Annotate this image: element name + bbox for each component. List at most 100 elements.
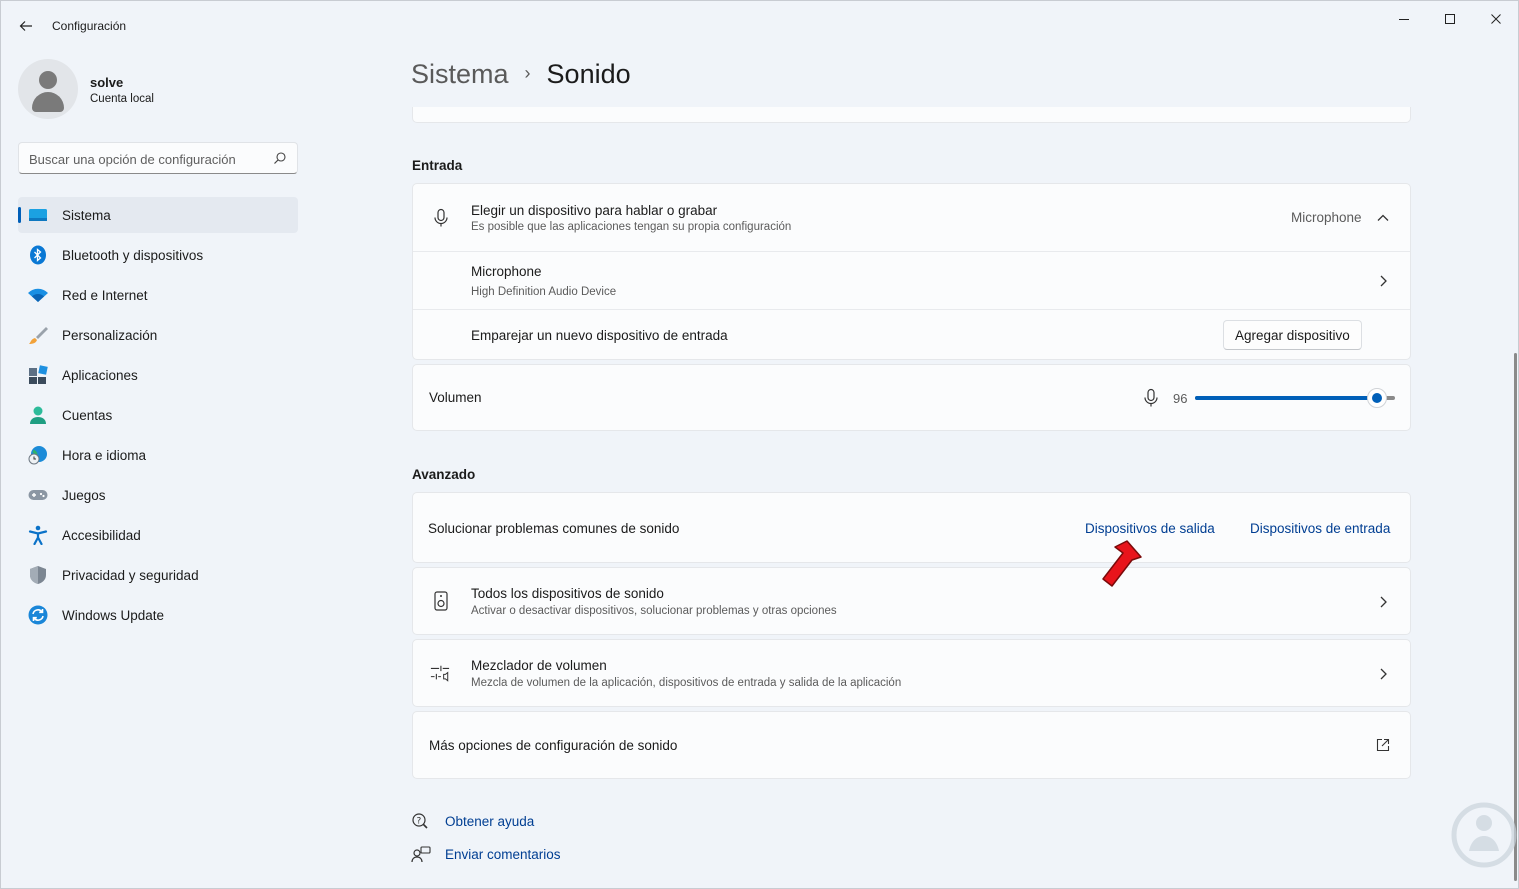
- section-title-avanzado: Avanzado: [412, 467, 476, 482]
- sidebar-item-label: Bluetooth y dispositivos: [62, 248, 204, 263]
- add-device-button[interactable]: Agregar dispositivo: [1223, 320, 1362, 350]
- sidebar-item-label: Personalización: [62, 328, 158, 343]
- profile-account-type: Cuenta local: [90, 93, 154, 105]
- volume-slider[interactable]: [1195, 387, 1395, 409]
- chevron-right-icon: [1380, 668, 1387, 680]
- sidebar-item-label: Windows Update: [62, 608, 165, 623]
- sidebar-item-accesibilidad[interactable]: Accesibilidad: [18, 517, 298, 553]
- monitor-icon: [29, 209, 47, 221]
- sidebar-nav: Sistema Bluetooth y dispositivos Red e I…: [18, 197, 298, 637]
- accessibility-icon: [28, 525, 48, 545]
- sidebar-item-windows-update[interactable]: Windows Update: [18, 597, 298, 633]
- watermark-logo-icon: [1451, 802, 1517, 868]
- all-devices-title: Todos los dispositivos de sonido: [471, 586, 664, 601]
- search-input[interactable]: Buscar una opción de configuración: [18, 142, 298, 174]
- volume-slider-thumb[interactable]: [1367, 388, 1388, 408]
- pair-input-device-row: Emparejar un nuevo dispositivo de entrad…: [413, 310, 1410, 361]
- mixer-title: Mezclador de volumen: [471, 658, 607, 673]
- choose-device-subtitle: Es posible que las aplicaciones tengan s…: [471, 221, 792, 233]
- maximize-icon: [1445, 14, 1455, 24]
- speaker-icon: [434, 591, 448, 611]
- device-title: Microphone: [471, 264, 542, 279]
- shield-icon: [30, 566, 46, 584]
- device-subtitle: High Definition Audio Device: [471, 286, 617, 298]
- globe-clock-icon: [28, 446, 47, 465]
- avatar: [18, 59, 78, 119]
- chevron-up-icon[interactable]: [1376, 211, 1390, 225]
- close-icon: [1491, 14, 1501, 24]
- page-title: Sonido: [546, 59, 631, 89]
- volume-mixer-row[interactable]: Mezclador de volumen Mezcla de volumen d…: [412, 639, 1411, 707]
- selected-input-device: Microphone: [1291, 210, 1362, 225]
- minimize-button[interactable]: [1381, 7, 1427, 31]
- choose-device-title: Elegir un dispositivo para hablar o grab…: [471, 203, 718, 218]
- sidebar-item-juegos[interactable]: Juegos: [18, 477, 298, 513]
- output-devices-link[interactable]: Dispositivos de salida: [1085, 521, 1215, 536]
- all-sound-devices-row[interactable]: Todos los dispositivos de sonido Activar…: [412, 567, 1411, 635]
- selection-indicator: [18, 207, 21, 223]
- more-settings-title: Más opciones de configuración de sonido: [429, 738, 678, 753]
- sidebar-item-bluetooth[interactable]: Bluetooth y dispositivos: [18, 237, 298, 273]
- profile-name: solve: [90, 75, 124, 90]
- feedback-icon: [411, 846, 431, 863]
- sidebar-item-label: Aplicaciones: [62, 368, 138, 383]
- sidebar-item-label: Juegos: [62, 488, 106, 503]
- troubleshoot-title: Solucionar problemas comunes de sonido: [428, 521, 680, 536]
- pair-device-title: Emparejar un nuevo dispositivo de entrad…: [471, 328, 728, 343]
- sidebar-item-personalizacion[interactable]: Personalización: [18, 317, 298, 353]
- svg-text:?: ?: [417, 817, 422, 827]
- minimize-icon: [1399, 19, 1409, 20]
- input-devices-link[interactable]: Dispositivos de entrada: [1250, 521, 1390, 536]
- sidebar-item-cuentas[interactable]: Cuentas: [18, 397, 298, 433]
- person-icon: [30, 406, 46, 424]
- external-link-icon: [1376, 738, 1390, 752]
- breadcrumb: Sistema › Sonido: [411, 59, 631, 99]
- update-icon: [28, 605, 48, 625]
- input-device-card: Elegir un dispositivo para hablar o grab…: [412, 183, 1411, 360]
- microphone-device-row[interactable]: Microphone High Definition Audio Device: [413, 252, 1410, 309]
- input-volume-card: Volumen 96: [412, 364, 1411, 431]
- sidebar-item-privacidad[interactable]: Privacidad y seguridad: [18, 557, 298, 593]
- sidebar-item-aplicaciones[interactable]: Aplicaciones: [18, 357, 298, 393]
- choose-input-device-row[interactable]: Elegir un dispositivo para hablar o grab…: [413, 184, 1410, 251]
- apps-icon: [29, 365, 48, 384]
- back-arrow-icon: [19, 21, 32, 31]
- pointer-arrow-icon: [1102, 540, 1142, 587]
- sidebar-item-sistema[interactable]: Sistema: [18, 197, 298, 233]
- wifi-icon: [28, 288, 48, 302]
- sidebar-item-label: Privacidad y seguridad: [62, 568, 199, 583]
- sidebar-item-label: Accesibilidad: [62, 528, 141, 543]
- send-feedback-text: Enviar comentarios: [445, 847, 561, 862]
- brush-icon: [29, 327, 48, 344]
- search-placeholder: Buscar una opción de configuración: [29, 152, 236, 167]
- back-button[interactable]: [11, 11, 41, 41]
- sidebar-item-label: Red e Internet: [62, 288, 148, 303]
- volume-label: Volumen: [429, 390, 482, 405]
- app-title: Configuración: [52, 19, 127, 33]
- troubleshoot-card: Solucionar problemas comunes de sonido D…: [412, 492, 1411, 563]
- microphone-icon[interactable]: [1141, 388, 1161, 408]
- sidebar-item-red[interactable]: Red e Internet: [18, 277, 298, 313]
- gamepad-icon: [28, 490, 48, 500]
- more-sound-settings-row[interactable]: Más opciones de configuración de sonido: [412, 711, 1411, 779]
- sidebar-item-label: Cuentas: [62, 408, 113, 423]
- breadcrumb-separator: ›: [524, 63, 531, 83]
- maximize-button[interactable]: [1427, 7, 1473, 31]
- sidebar-item-hora[interactable]: Hora e idioma: [18, 437, 298, 473]
- breadcrumb-parent[interactable]: Sistema: [411, 59, 509, 89]
- settings-window: Configuración solve Cuenta local Buscar …: [0, 0, 1519, 889]
- volume-value: 96: [1173, 391, 1188, 406]
- microphone-icon: [434, 208, 448, 227]
- help-icon: ?: [412, 813, 428, 829]
- bluetooth-icon: [30, 245, 46, 265]
- scrolled-card-bottom: [412, 107, 1411, 123]
- mixer-subtitle: Mezcla de volumen de la aplicación, disp…: [471, 677, 902, 689]
- get-help-text: Obtener ayuda: [445, 814, 535, 829]
- title-bar: Configuración: [1, 1, 1518, 49]
- search-icon: [274, 152, 286, 164]
- chevron-right-icon: [1380, 596, 1387, 608]
- sidebar-item-label: Sistema: [62, 208, 111, 223]
- sidebar-item-label: Hora e idioma: [62, 448, 147, 463]
- section-title-entrada: Entrada: [412, 158, 463, 173]
- close-button[interactable]: [1473, 7, 1519, 31]
